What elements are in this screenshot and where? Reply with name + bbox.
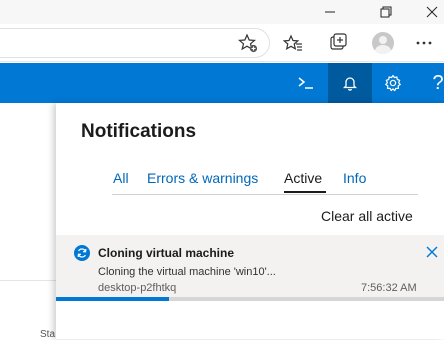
active-tab-indicator <box>284 191 326 193</box>
notification-item[interactable]: Cloning virtual machine Cloning the virt… <box>56 235 444 299</box>
background-divider <box>0 280 58 281</box>
more-icon <box>416 41 432 45</box>
in-progress-icon <box>74 245 90 261</box>
close-icon <box>426 246 438 258</box>
notification-description: Cloning the virtual machine 'win10'... <box>98 266 276 278</box>
close-window-button[interactable] <box>420 0 444 24</box>
tab-all[interactable]: All <box>113 170 129 186</box>
window-title-bar <box>0 0 444 24</box>
collections-button[interactable] <box>327 31 351 55</box>
notification-progress-bar <box>56 297 444 301</box>
settings-button[interactable] <box>373 63 413 103</box>
profile-icon <box>372 32 394 54</box>
notification-time: 7:56:32 AM <box>361 282 417 294</box>
tab-active[interactable]: Active <box>284 170 322 186</box>
collections-icon <box>330 33 347 50</box>
restore-icon <box>380 6 392 18</box>
add-favorite-button[interactable] <box>236 31 260 55</box>
notification-source: desktop-p2fhtkq <box>98 282 177 294</box>
dismiss-notification-button[interactable] <box>424 243 440 261</box>
clear-all-active-button[interactable]: Clear all active <box>321 208 413 224</box>
browser-toolbar <box>0 24 444 62</box>
tab-errors-warnings[interactable]: Errors & warnings <box>147 170 258 186</box>
panel-title: Notifications <box>81 121 197 142</box>
profile-button[interactable] <box>371 31 395 55</box>
more-button[interactable] <box>412 31 436 55</box>
favorites-button[interactable] <box>281 31 305 55</box>
cloud-shell-icon <box>298 77 313 89</box>
gear-icon <box>385 74 401 92</box>
notification-title: Cloning virtual machine <box>98 246 235 260</box>
close-icon <box>426 6 438 18</box>
tab-info[interactable]: Info <box>343 170 366 186</box>
azure-top-bar: ? <box>0 63 444 103</box>
cloud-shell-button[interactable] <box>286 63 326 103</box>
bell-icon <box>342 77 358 91</box>
minimize-button[interactable] <box>310 0 350 24</box>
add-favorite-icon <box>238 33 258 53</box>
background-partial-text: Sta <box>40 329 56 340</box>
notifications-button[interactable] <box>328 63 372 103</box>
favorites-icon <box>283 34 302 51</box>
restore-button[interactable] <box>366 0 406 24</box>
address-bar[interactable] <box>0 28 270 58</box>
notification-progress-fill <box>56 297 169 301</box>
background-page <box>0 103 58 339</box>
help-button[interactable]: ? <box>418 63 444 103</box>
minimize-icon <box>325 11 335 13</box>
tabs-divider <box>112 194 418 195</box>
notifications-panel: Notifications All Errors & warnings Acti… <box>56 103 444 339</box>
help-label: ? <box>432 71 444 94</box>
